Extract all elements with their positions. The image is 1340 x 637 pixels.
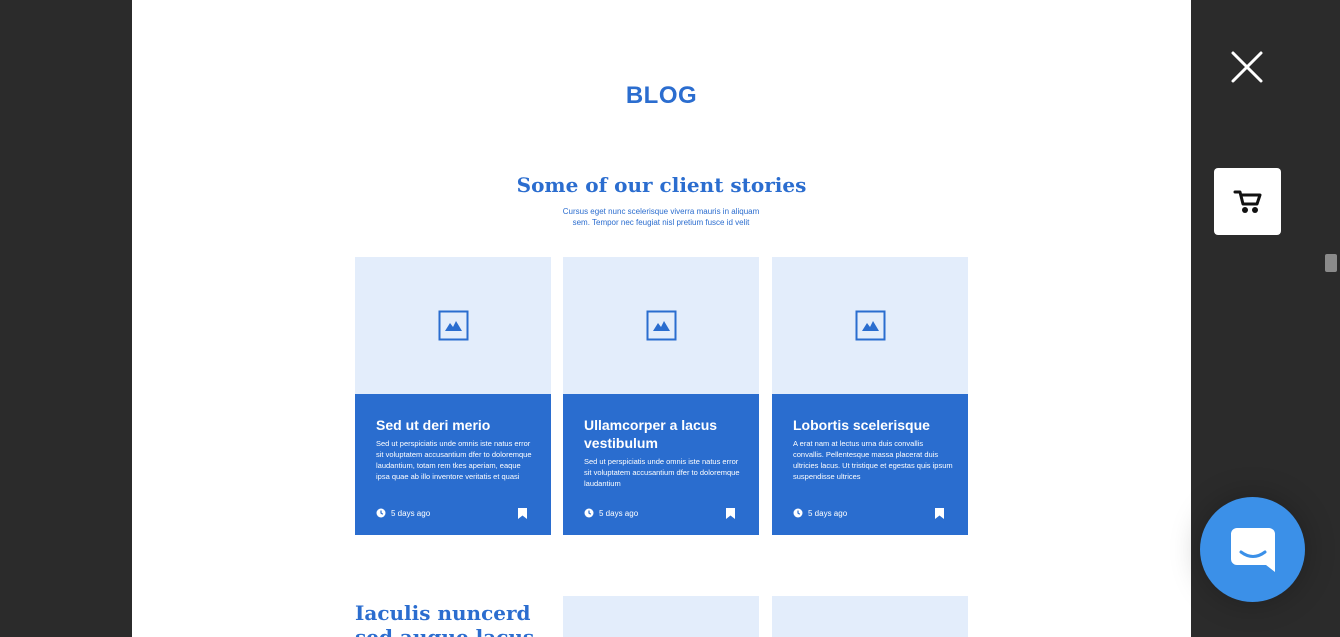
card-excerpt: Sed ut perspiciatis unde omnis iste natu… xyxy=(376,439,532,481)
blog-preview-page: BLOG Some of our client stories Cursus e… xyxy=(132,0,1191,637)
blog-card[interactable]: Ullamcorper a lacus vestibulum Sed ut pe… xyxy=(563,257,759,535)
close-icon xyxy=(1231,51,1263,83)
bookmark-icon[interactable] xyxy=(518,508,527,519)
cart-icon xyxy=(1233,190,1261,213)
card-title[interactable]: Lobortis scelerisque xyxy=(793,416,953,434)
chat-icon xyxy=(1230,527,1275,572)
card-title[interactable]: Ullamcorper a lacus vestibulum xyxy=(584,416,744,452)
image-placeholder-icon xyxy=(646,310,676,341)
card-thumbnail xyxy=(563,257,759,394)
clock-icon xyxy=(584,508,594,518)
card-meta: 5 days ago xyxy=(793,508,847,518)
card-thumbnail xyxy=(355,257,551,394)
section-heading: Some of our client stories xyxy=(516,173,807,197)
cart-button[interactable] xyxy=(1214,168,1281,235)
clock-icon xyxy=(793,508,803,518)
blog-card[interactable]: Lobortis scelerisque A erat nam at lectu… xyxy=(772,257,968,535)
image-placeholder-icon xyxy=(438,310,468,341)
image-placeholder-icon xyxy=(855,310,885,341)
page-title: BLOG xyxy=(625,82,698,109)
card-date: 5 days ago xyxy=(599,508,639,518)
card-meta: 5 days ago xyxy=(376,508,430,518)
card-body: Lobortis scelerisque A erat nam at lectu… xyxy=(772,394,968,535)
blog-card[interactable]: Sed ut deri merio Sed ut perspiciatis un… xyxy=(355,257,551,535)
card-body: Ullamcorper a lacus vestibulum Sed ut pe… xyxy=(563,394,759,535)
card-excerpt: Sed ut perspiciatis unde omnis iste natu… xyxy=(584,457,740,488)
card-thumbnail xyxy=(772,257,968,394)
section-subtitle: Cursus eget nunc scelerisque viverra mau… xyxy=(562,207,760,227)
card-title[interactable]: Sed ut deri merio xyxy=(376,416,536,434)
chat-launcher-button[interactable] xyxy=(1200,497,1305,602)
next-card-thumbnail xyxy=(563,596,759,637)
close-button[interactable] xyxy=(1227,47,1267,87)
card-date: 5 days ago xyxy=(391,508,431,518)
next-section-heading: Iaculis nuncerd sed augue lacus xyxy=(355,601,535,637)
card-excerpt: A erat nam at lectus urna duis convallis… xyxy=(793,439,953,481)
bookmark-icon[interactable] xyxy=(935,508,944,519)
scrollbar-thumb[interactable] xyxy=(1325,254,1337,272)
card-meta: 5 days ago xyxy=(584,508,638,518)
clock-icon xyxy=(376,508,386,518)
card-date: 5 days ago xyxy=(808,508,848,518)
card-body: Sed ut deri merio Sed ut perspiciatis un… xyxy=(355,394,551,535)
next-card-thumbnail xyxy=(772,596,968,637)
bookmark-icon[interactable] xyxy=(726,508,735,519)
